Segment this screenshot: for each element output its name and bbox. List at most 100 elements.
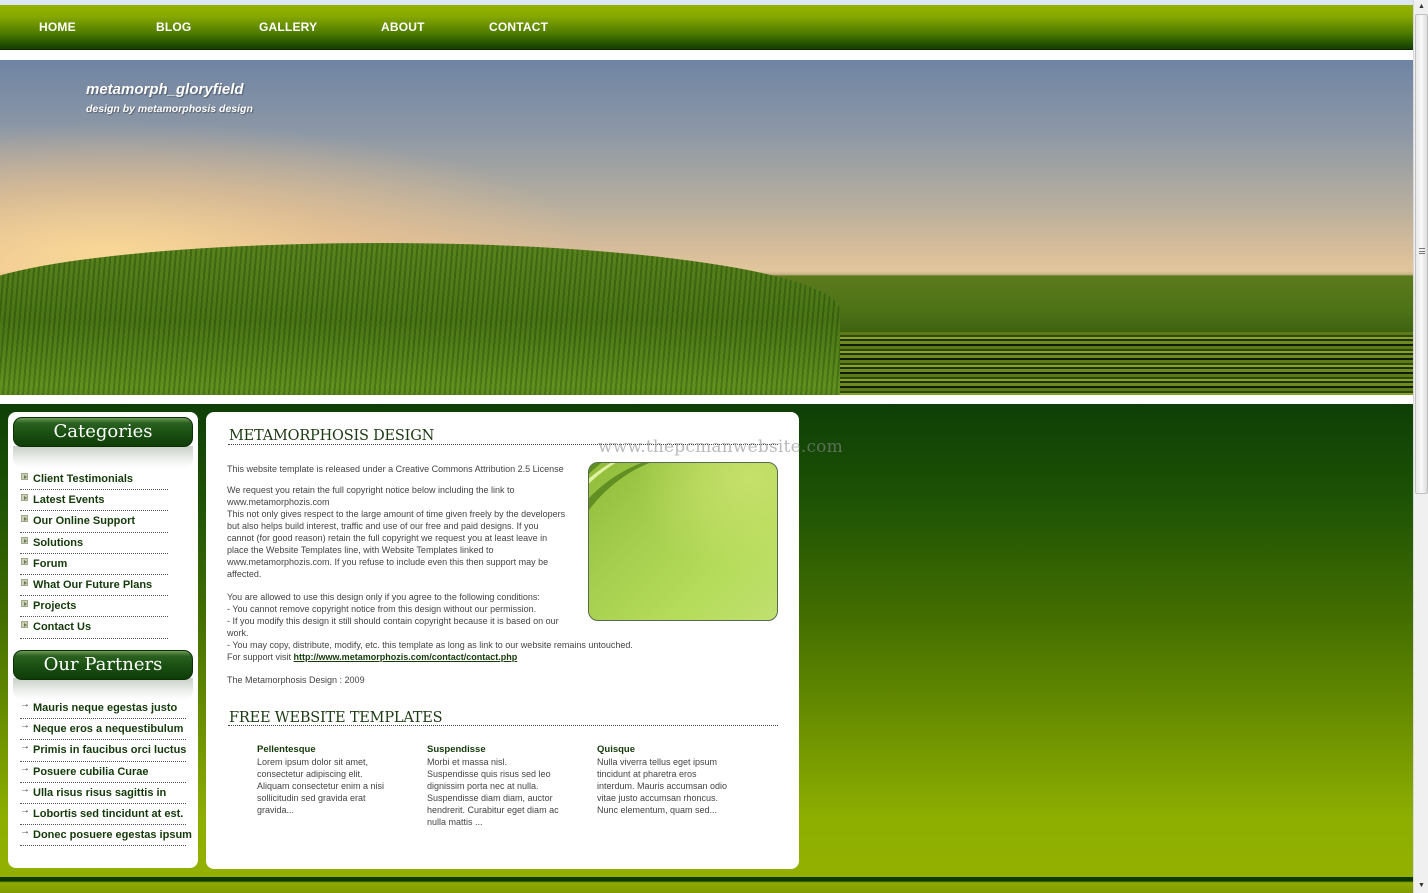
text-line: www.metamorphozis.com. If you refuse to … [227, 557, 549, 567]
section-heading-free-templates: FREE WEBSITE TEMPLATES [229, 710, 443, 726]
plus-box-icon [21, 515, 28, 523]
category-item[interactable]: Contact Us [20, 617, 168, 639]
plus-box-icon [21, 494, 28, 502]
vertical-scrollbar[interactable]: ▲ ▼ [1413, 0, 1428, 893]
arrow-right-icon: → [20, 699, 30, 710]
support-link[interactable]: http://www.metamorphozis.com/contact/con… [294, 652, 518, 662]
category-link[interactable]: Forum [33, 558, 67, 570]
nav-gallery[interactable]: GALLERY [259, 20, 317, 34]
category-item[interactable]: Latest Events [20, 490, 168, 512]
image-swoosh [589, 463, 777, 620]
copyright-note-text: The Metamorphosis Design : 2009 [227, 675, 365, 685]
category-item[interactable]: What Our Future Plans [20, 575, 168, 597]
partner-item[interactable]: → Neque eros a nequestibulum [20, 719, 186, 741]
category-item[interactable]: Solutions [20, 533, 168, 554]
category-item[interactable]: Our Online Support [20, 511, 168, 533]
column-line: Nulla viverra tellus eget ipsum [597, 757, 718, 767]
support-line: For support visit http://www.metamorphoz… [227, 651, 697, 663]
text-line: This not only gives respect to the large… [227, 509, 566, 519]
category-link[interactable]: What Our Future Plans [33, 579, 152, 591]
column-line: tincidunt at pharetra eros [597, 769, 697, 779]
nav-blog[interactable]: BLOG [156, 20, 191, 34]
plus-box-icon [21, 473, 28, 480]
text-line: cannot (for good reason) retain the full… [227, 533, 548, 543]
partner-item[interactable]: → Primis in faucibus orci luctus [20, 740, 186, 762]
partner-item[interactable]: → Ulla risus risus sagittis in [20, 783, 186, 804]
support-prefix: For support visit [227, 652, 294, 662]
feature-image [588, 462, 778, 621]
column-line: consectetur adipiscing elit. [257, 769, 363, 779]
column-title[interactable]: Pellentesque [257, 744, 407, 756]
category-link[interactable]: Contact Us [33, 621, 91, 633]
arrow-right-icon: → [20, 783, 30, 795]
text-line: but also helps build interest, traffic a… [227, 521, 539, 531]
partner-item[interactable]: → Lobortis sed tincidunt at est. [20, 804, 186, 826]
categories-list: Client Testimonials Latest Events Our On… [20, 469, 168, 639]
arrow-right-icon: → [20, 762, 30, 774]
category-link[interactable]: Client Testimonials [33, 473, 133, 485]
nav-contact[interactable]: CONTACT [489, 20, 548, 34]
category-link[interactable]: Solutions [33, 537, 83, 549]
banner-separator [0, 395, 1413, 404]
plus-box-icon [21, 621, 28, 629]
browser-viewport: HOME BLOG GALLERY ABOUT CONTACT metamorp… [0, 0, 1413, 893]
partner-link[interactable]: Lobortis sed tincidunt at est. [33, 808, 183, 820]
category-link[interactable]: Latest Events [33, 494, 105, 506]
partner-item[interactable]: → Mauris neque egestas justo [20, 698, 186, 720]
partners-list: → Mauris neque egestas justo → Neque eros … [20, 698, 192, 847]
text-line: - You may copy, distribute, modify, etc.… [227, 640, 633, 650]
partner-link[interactable]: Neque eros a nequestibulum [33, 723, 183, 735]
arrow-right-icon: → [20, 804, 30, 816]
main-content: METAMORPHOSIS DESIGN This website templa… [206, 412, 799, 869]
site-subtitle: design by metamorphosis design [86, 103, 253, 115]
nav-home[interactable]: HOME [39, 20, 76, 34]
footer-bar [0, 877, 1413, 893]
partner-link[interactable]: Mauris neque egestas justo [33, 702, 177, 714]
column-line: Suspendisse quis risus sed leo [427, 769, 551, 779]
arrow-right-icon: → [20, 741, 30, 753]
column-line: sollicitudin sed gravida erat [257, 793, 366, 803]
partner-link[interactable]: Posuere cubilia Curae [33, 766, 149, 778]
banner-stripes [770, 332, 1413, 395]
category-item[interactable]: Forum [20, 554, 168, 575]
column-line: gravida... [257, 805, 295, 815]
scrollbar-thumb[interactable] [1415, 14, 1428, 494]
column-line: Lorem ipsum dolor sit amet, [257, 757, 369, 767]
column-line: vitae justo accumsan rhoncus. [597, 793, 719, 803]
banner-field-hill [0, 243, 840, 395]
categories-heading-shadow [13, 446, 193, 468]
license-line: This website template is released under … [227, 464, 564, 474]
column-line: interdum. Mauris accumsan odio [597, 781, 728, 791]
partner-link[interactable]: Donec posuere egestas ipsum [33, 829, 192, 841]
watermark-text: www.thepcmanwebsite.com [598, 437, 843, 457]
partner-link[interactable]: Primis in faucibus orci luctus [33, 744, 186, 756]
arrow-right-icon: → [20, 720, 30, 732]
partners-heading-shadow [13, 678, 193, 700]
top-navigation: HOME BLOG GALLERY ABOUT CONTACT [0, 5, 1413, 50]
column-title[interactable]: Suspendisse [427, 744, 577, 756]
category-link[interactable]: Our Online Support [33, 515, 135, 527]
column-line: nulla mattis ... [427, 817, 483, 827]
scroll-up-arrow-icon[interactable]: ▲ [1414, 0, 1428, 14]
header-banner: metamorph_gloryfield design by metamorph… [0, 60, 1413, 395]
request-text: We request you retain the full copyright… [227, 484, 587, 580]
column-title[interactable]: Quisque [597, 744, 747, 756]
category-item[interactable]: Projects [20, 596, 168, 618]
sidebar: Categories Client Testimonials Latest Ev… [8, 412, 198, 868]
partner-item[interactable]: → Posuere cubilia Curae [20, 762, 186, 783]
partner-link[interactable]: Ulla risus risus sagittis in [33, 787, 166, 799]
plus-box-icon [21, 536, 28, 544]
arrow-right-icon: → [20, 826, 30, 838]
scroll-down-arrow-icon[interactable]: ▼ [1414, 879, 1428, 893]
category-item[interactable]: Client Testimonials [20, 469, 168, 491]
column-line: Nunc elementum, quam sed... [597, 805, 718, 815]
nav-about[interactable]: ABOUT [381, 20, 425, 34]
column-line: dignissim porta nec at nulla. [427, 781, 539, 791]
grip-icon [1419, 248, 1425, 254]
copyright-note: The Metamorphosis Design : 2009 [227, 674, 365, 686]
license-text: This website template is released under … [227, 463, 564, 475]
category-link[interactable]: Projects [33, 600, 76, 612]
partner-item[interactable]: → Donec posuere egestas ipsum [20, 825, 192, 847]
text-line: affected. [227, 569, 262, 579]
text-line: We request you retain the full copyright… [227, 485, 515, 495]
